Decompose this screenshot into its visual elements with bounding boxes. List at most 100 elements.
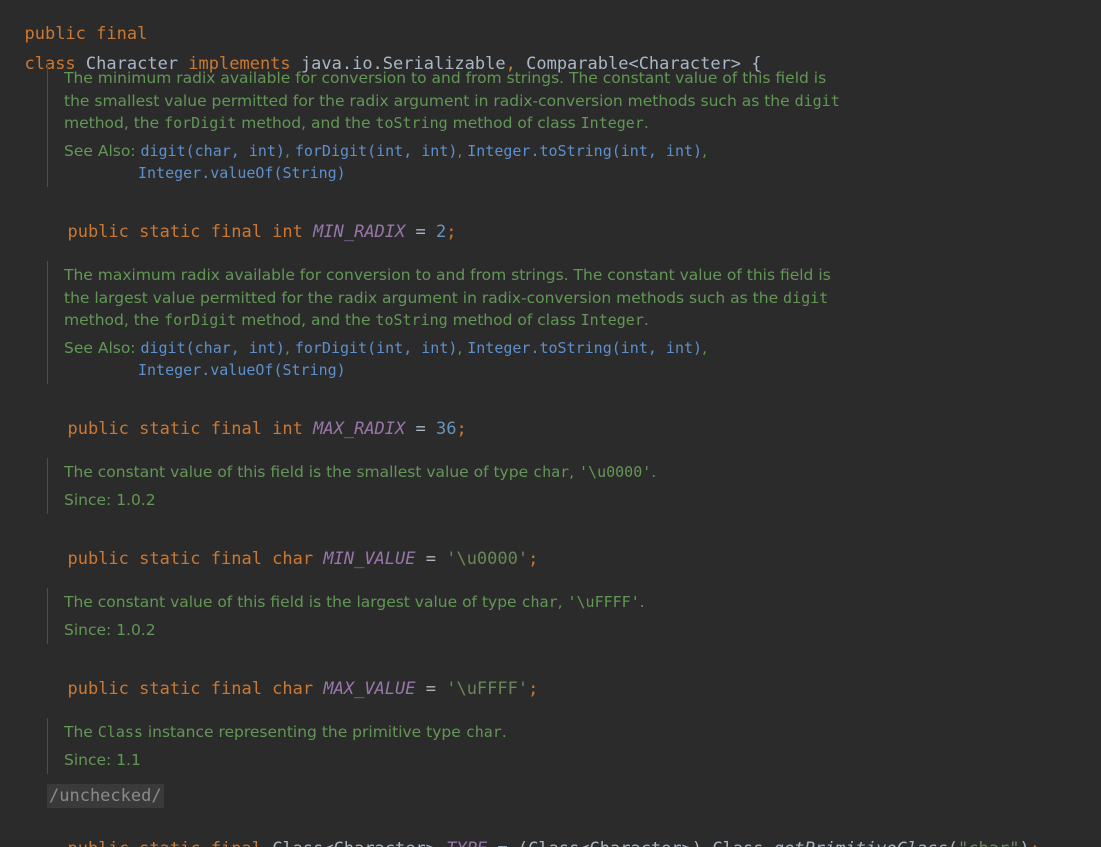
assign: = [415,549,447,569]
doc-text: . [643,311,649,329]
doc-text: method, and the [236,311,376,329]
doc-code: toString [375,114,448,132]
doc-text: . [639,593,645,611]
doc-text: method of class [447,311,581,329]
doc-line: method, the forDigit method, and the toS… [64,112,964,135]
doc-line: the smallest value permitted for the rad… [64,90,964,113]
field-name-max-value[interactable]: MAX_VALUE [323,679,415,699]
class-modifiers-line: public final [4,1,147,44]
doc-code: digit [783,288,829,307]
see-also-cont: Integer.valueOf(String) [64,359,964,382]
semicolon: ; [528,549,539,569]
assign: = [487,839,518,847]
see-also-label: See Also: [64,338,136,357]
modifiers: public static final char [67,679,314,699]
doc-text: , [557,593,568,611]
paren-open: ( [948,839,958,847]
field-name-min-radix[interactable]: MIN_RADIX [313,222,405,242]
field-value: 2 [435,222,447,242]
since-value: 1.1 [116,750,141,769]
doc-text: instance representing the primitive type [142,723,466,741]
field-value: '\u0000' [446,549,529,569]
doc-text: method, the [64,311,165,329]
field-type[interactable]: Class<Character> [272,839,436,847]
doc-code: char [533,463,570,481]
javadoc-type: The Class instance representing the prim… [47,718,964,774]
link-digit[interactable]: digit(char, int) [140,142,285,160]
doc-code: digit [794,91,840,110]
doc-code: '\u0000' [579,463,652,481]
see-also: See Also: digit(char, int), forDigit(int… [64,338,707,357]
link-integer-tostring[interactable]: Integer.toString(int, int) [467,142,702,160]
doc-line: method, the forDigit method, and the toS… [64,309,964,332]
javadoc-max-value: The constant value of this field is the … [47,588,964,644]
since-value: 1.0.2 [116,620,156,639]
string-literal: "char" [958,839,1019,847]
doc-text: method, and the [236,114,376,132]
doc-line: The constant value of this field is the … [64,461,964,484]
doc-code: char [465,723,502,741]
javadoc-min-value: The constant value of this field is the … [47,458,964,514]
since-label: Since: [64,620,112,639]
field-name-min-value[interactable]: MIN_VALUE [323,549,415,569]
annotation-unchecked[interactable]: /unchecked/ [47,784,164,808]
class-declaration-line: class Character implements java.io.Seria… [4,31,761,74]
see-also-cont: Integer.valueOf(String) [64,162,964,185]
field-max-radix-declaration: public static final int MAX_RADIX = 36; [47,396,466,439]
doc-code: char [521,593,558,611]
javadoc-min-radix: The minimum radix available for conversi… [47,64,964,187]
doc-line: the largest value permitted for the radi… [64,287,964,310]
doc-line: The constant value of this field is the … [64,591,964,614]
doc-text: . [643,114,649,132]
doc-text: the largest value permitted for the radi… [64,288,784,307]
link-integer-valueof[interactable]: Integer.valueOf(String) [138,361,346,379]
field-type-declaration: public static final Class<Character> TYP… [47,816,1039,847]
modifiers: public static final [67,839,261,847]
doc-code: forDigit [164,114,237,132]
link-fordigit[interactable]: forDigit(int, int) [295,142,458,160]
doc-code: '\uFFFF' [567,593,640,611]
doc-code: Class [97,723,143,741]
doc-text: method of class [447,114,581,132]
link-digit[interactable]: digit(char, int) [140,339,285,357]
doc-text: , [569,463,580,481]
semicolon: ; [456,419,467,439]
doc-line: The minimum radix available for conversi… [64,67,964,90]
field-min-radix-declaration: public static final int MIN_RADIX = 2; [47,199,456,242]
doc-code: Integer [580,114,644,132]
since-label: Since: [64,750,112,769]
doc-text: The [64,723,98,741]
see-also-label: See Also: [64,141,136,160]
doc-text: the smallest value permitted for the rad… [64,91,795,110]
since: Since: 1.0.2 [64,489,964,512]
assign: = [415,679,447,699]
link-fordigit[interactable]: forDigit(int, int) [295,339,458,357]
doc-text: The maximum radix available for conversi… [64,266,831,284]
field-name-max-radix[interactable]: MAX_RADIX [313,419,405,439]
doc-text: . [651,463,657,481]
modifiers: public static final char [67,549,314,569]
link-integer-tostring[interactable]: Integer.toString(int, int) [467,339,702,357]
since: Since: 1.1 [64,749,964,772]
since: Since: 1.0.2 [64,619,964,642]
cast-expression: (Class<Character>) Class. [518,839,774,847]
field-value: 36 [435,419,457,439]
doc-line: The Class instance representing the prim… [64,721,964,744]
semicolon: ; [1030,839,1040,847]
javadoc-max-radix: The maximum radix available for conversi… [47,261,964,384]
doc-text: method, the [64,114,165,132]
paren-close: ) [1019,839,1029,847]
doc-line: The maximum radix available for conversi… [64,264,964,287]
method-get-primitive-class[interactable]: getPrimitiveClass [774,839,948,847]
doc-text: The constant value of this field is the … [64,593,522,611]
assign: = [405,222,436,242]
doc-code: toString [375,311,448,329]
since-value: 1.0.2 [116,490,156,509]
doc-code: forDigit [164,311,237,329]
semicolon: ; [528,679,539,699]
field-name-type[interactable]: TYPE [446,839,487,847]
since-label: Since: [64,490,112,509]
doc-text: . [501,723,507,741]
link-integer-valueof[interactable]: Integer.valueOf(String) [138,164,346,182]
field-min-value-declaration: public static final char MIN_VALUE = '\u… [47,526,538,569]
